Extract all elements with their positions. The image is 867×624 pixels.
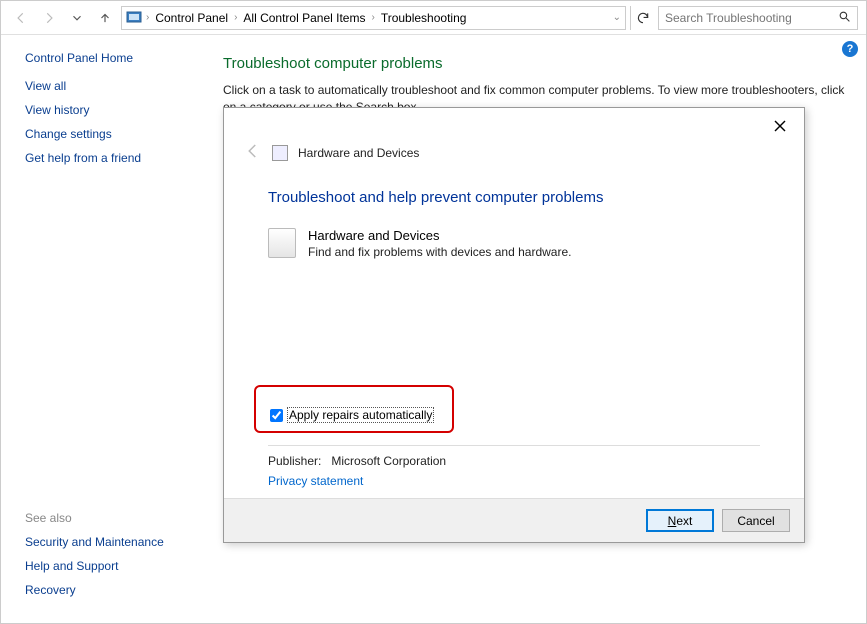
help-icon[interactable]: ? (842, 41, 858, 57)
sidebar-link-view-all[interactable]: View all (25, 79, 199, 93)
address-bar[interactable]: › Control Panel › All Control Panel Item… (121, 6, 626, 30)
publisher-label: Publisher: (268, 454, 321, 468)
toolbar: › Control Panel › All Control Panel Item… (1, 1, 866, 35)
breadcrumb-troubleshooting[interactable]: Troubleshooting (379, 11, 469, 25)
sidebar-link-view-history[interactable]: View history (25, 103, 199, 117)
hardware-icon (272, 145, 288, 161)
control-panel-icon (126, 10, 142, 26)
publisher-row: Publisher: Microsoft Corporation (268, 454, 760, 468)
sidebar-link-change-settings[interactable]: Change settings (25, 127, 199, 141)
device-icon (268, 228, 296, 258)
up-button[interactable] (93, 6, 117, 30)
divider (268, 445, 760, 446)
highlighted-region: Apply repairs automatically (254, 385, 454, 433)
close-button[interactable] (764, 114, 796, 138)
breadcrumb-control-panel[interactable]: Control Panel (153, 11, 230, 25)
troubleshooter-desc: Find and fix problems with devices and h… (308, 245, 571, 259)
sidebar: Control Panel Home View all View history… (1, 35, 211, 623)
dialog-body: Troubleshoot and help prevent computer p… (224, 173, 804, 498)
chevron-down-icon[interactable]: ⌄ (613, 12, 621, 23)
dialog-back-button[interactable] (244, 142, 262, 163)
dialog-footer: Next Cancel (224, 498, 804, 542)
dialog-header: Hardware and Devices (224, 142, 804, 173)
breadcrumb-all-items[interactable]: All Control Panel Items (241, 11, 367, 25)
chevron-right-icon[interactable]: › (234, 12, 237, 23)
dialog-header-text: Hardware and Devices (298, 146, 419, 160)
see-also-recovery[interactable]: Recovery (25, 583, 199, 597)
troubleshooter-dialog: Hardware and Devices Troubleshoot and he… (223, 107, 805, 543)
forward-button[interactable] (37, 6, 61, 30)
privacy-link[interactable]: Privacy statement (268, 474, 760, 488)
dialog-heading: Troubleshoot and help prevent computer p… (268, 189, 760, 206)
apply-repairs-checkbox[interactable] (270, 409, 283, 422)
back-button[interactable] (9, 6, 33, 30)
see-also-help[interactable]: Help and Support (25, 559, 199, 573)
chevron-right-icon[interactable]: › (146, 12, 149, 23)
refresh-button[interactable] (630, 6, 654, 30)
publisher-value: Microsoft Corporation (331, 454, 446, 468)
search-icon[interactable] (838, 10, 851, 26)
sidebar-home[interactable]: Control Panel Home (25, 51, 199, 65)
page-title: Troubleshoot computer problems (223, 55, 846, 72)
dialog-titlebar (224, 108, 804, 142)
search-box[interactable] (658, 6, 858, 30)
apply-repairs-label[interactable]: Apply repairs automatically (287, 407, 434, 423)
cancel-button[interactable]: Cancel (722, 509, 790, 532)
troubleshooter-item: Hardware and Devices Find and fix proble… (268, 228, 760, 259)
next-button-rest: ext (676, 514, 692, 528)
troubleshooter-title: Hardware and Devices (308, 228, 571, 243)
search-input[interactable] (665, 11, 838, 25)
see-also-security[interactable]: Security and Maintenance (25, 535, 199, 549)
sidebar-link-get-help[interactable]: Get help from a friend (25, 151, 199, 165)
chevron-right-icon[interactable]: › (371, 12, 374, 23)
recent-dropdown[interactable] (65, 6, 89, 30)
next-button[interactable]: Next (646, 509, 714, 532)
see-also-heading: See also (25, 511, 199, 525)
